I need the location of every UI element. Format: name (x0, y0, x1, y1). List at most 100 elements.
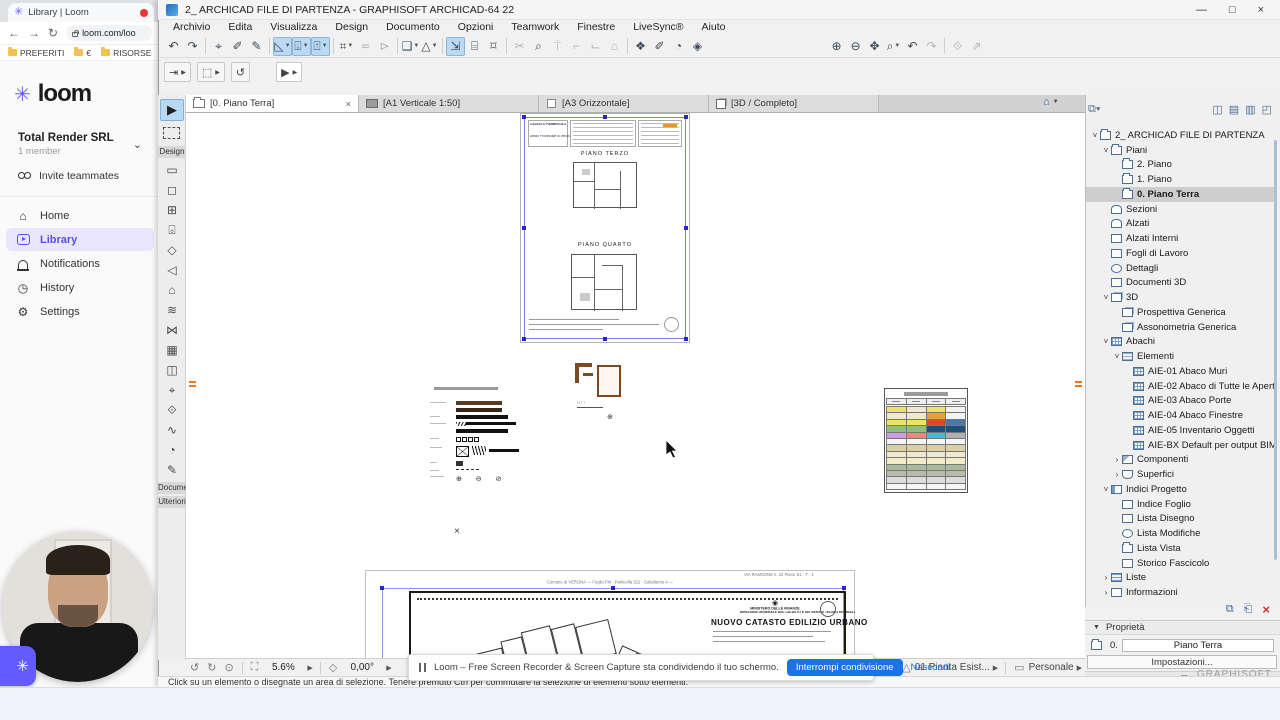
tree-item[interactable]: Sezioni (1086, 202, 1274, 217)
toolbar-icon[interactable]: ⌐ (567, 37, 586, 56)
selection-handle[interactable] (684, 337, 688, 341)
address-bar[interactable]: loom.com/loo (66, 25, 152, 41)
design-tool-icon[interactable]: ◔ (168, 440, 175, 460)
layout-sheet-catasto[interactable]: CATASTO FABBRICATI Ufficio Provinciale di… (520, 113, 690, 343)
drawing-canvas[interactable]: CATASTO FABBRICATI Ufficio Provinciale di… (186, 113, 1085, 658)
browser-tab[interactable]: ✳ Library | Loom (8, 3, 154, 22)
tree-item[interactable]: Lista Disegno (1086, 512, 1274, 527)
design-tool-icon[interactable]: ◫ (166, 360, 177, 380)
legend-drawing[interactable]: ⊕ ⊖ ⊘ (430, 385, 522, 483)
menu-documento[interactable]: Documento (378, 20, 448, 35)
redo-view-icon[interactable]: ↻ (207, 661, 216, 674)
toolbar-icon[interactable]: ⌖ (209, 37, 228, 56)
tree-expander-icon[interactable]: ˅ (1090, 131, 1100, 140)
zoom-menu-arrow[interactable]: ▶ (307, 664, 312, 672)
tree-item[interactable]: ˅ Indici Progetto (1086, 482, 1274, 497)
menu-aiuto[interactable]: Aiuto (694, 20, 734, 35)
properties-header[interactable]: ▼ Proprietà (1085, 620, 1280, 635)
tree-item[interactable]: Documenti 3D (1086, 276, 1274, 291)
clone-folder-icon[interactable]: ⧉ (1226, 603, 1234, 616)
toolbar-icon[interactable]: ✂ (510, 37, 529, 56)
tree-item[interactable]: ˅ Abachi (1086, 335, 1274, 350)
angle-menu-arrow[interactable]: ▶ (386, 664, 391, 672)
tree-item[interactable]: 1. Piano (1086, 172, 1274, 187)
tree-item[interactable]: › Superfici (1086, 467, 1274, 482)
zoom-level[interactable]: 5.6% (262, 662, 304, 673)
stop-sharing-button[interactable]: Interrompi condivisione (786, 659, 903, 676)
toolbar-icon[interactable]: ⌸ (465, 37, 484, 56)
tree-item[interactable]: Lista Modifiche (1086, 526, 1274, 541)
zoom-option-icon[interactable]: ⊙ (224, 661, 233, 674)
tree-expander-icon[interactable]: ˅ (1112, 352, 1122, 361)
marquee-tool-button[interactable] (163, 127, 180, 139)
toolbar-icon[interactable]: ✎ (247, 37, 266, 56)
tree-item[interactable]: Storico Fascicolo (1086, 556, 1274, 571)
tree-item[interactable]: Dettagli (1086, 261, 1274, 276)
story-name-field[interactable]: Piano Terra (1121, 638, 1274, 652)
tree-item[interactable]: Indice Foglio (1086, 497, 1274, 512)
design-tool-icon[interactable]: ◇ (167, 240, 176, 260)
tree-item[interactable]: Fogli di Lavoro (1086, 246, 1274, 261)
tree-item[interactable]: AIE-03 Abaco Porte (1086, 394, 1274, 409)
tree-item[interactable]: AIE-04 Abaco Finestre (1086, 408, 1274, 423)
bookmark-item[interactable]: RISORSE (101, 47, 151, 58)
tree-item[interactable]: AIE-05 Inventario Oggetti (1086, 423, 1274, 438)
toolbar-icon[interactable]: ✥ (865, 37, 884, 56)
tree-expander-icon[interactable]: › (1101, 573, 1111, 582)
toolbar-icon[interactable]: ◈ (688, 37, 707, 56)
invite-teammates-button[interactable]: Invite teammates (8, 166, 152, 186)
hide-banner-link[interactable]: Nascondi (911, 662, 951, 673)
toolbar-icon[interactable]: ⇲ (446, 36, 465, 56)
project-map-icon[interactable]: ⧉▾ (1088, 103, 1100, 116)
trace-marker-right[interactable] (1075, 381, 1082, 383)
menu-opzioni[interactable]: Opzioni (450, 20, 502, 35)
menu-livesync[interactable]: LiveSync® (625, 20, 691, 35)
design-tool-icon[interactable]: ⊞ (167, 200, 177, 220)
toolbar-icon[interactable]: ↶ (164, 37, 183, 56)
toolbar-icon[interactable]: ⊖ (846, 37, 865, 56)
select-arrow-button[interactable]: ▶ ▶ (276, 62, 303, 82)
design-tool-icon[interactable]: ◁ (167, 260, 176, 280)
tree-item[interactable]: › Liste (1086, 571, 1274, 586)
toolbar-icon[interactable]: ↶ (903, 37, 922, 56)
toolbar-icon[interactable]: ≂ (356, 37, 375, 56)
tree-item[interactable]: ˅ Piani (1086, 143, 1274, 158)
toolbar-icon[interactable]: ⌕ ▼ (884, 37, 903, 56)
tree-item[interactable]: ˅ Elementi (1086, 349, 1274, 364)
toolbar-icon[interactable]: ⇗ (967, 37, 986, 56)
toolbar-icon[interactable]: ⊳ (375, 37, 394, 56)
view-map-icon[interactable]: ▤ (1229, 103, 1239, 116)
floorplan-fragment[interactable]: ıııı ⊕ (575, 363, 625, 425)
design-tool-icon[interactable]: ⋈ (166, 320, 178, 340)
toolbar-icon[interactable]: △ ▼ (420, 37, 439, 56)
menu-design[interactable]: Design (327, 20, 376, 35)
profile-selector[interactable]: Personale (1029, 662, 1074, 673)
design-tool-icon[interactable]: ◻ (167, 180, 177, 200)
settings-button[interactable]: Impostazioni... (1087, 655, 1277, 669)
toolbar-icon[interactable]: ⌙ (586, 37, 605, 56)
menu-visualizza[interactable]: Visualizza (262, 20, 325, 35)
minimize-button[interactable]: — (1196, 0, 1207, 20)
toolbar-icon[interactable]: ⟐ (948, 37, 967, 56)
tree-item[interactable]: › Informazioni (1086, 585, 1274, 600)
rotate-tool-button[interactable]: ↺ (230, 62, 251, 82)
tree-item[interactable]: 2. Piano (1086, 158, 1274, 173)
tab-close-icon[interactable]: × (346, 99, 351, 109)
tree-expander-icon[interactable]: ˅ (1101, 146, 1111, 155)
arrow-tool-button[interactable]: ▶ (160, 99, 184, 121)
selection-handle[interactable] (684, 115, 688, 119)
fit-view-icon[interactable]: ⛶ (251, 661, 259, 674)
close-button[interactable]: × (1258, 0, 1264, 20)
tree-item[interactable]: Prospettiva Generica (1086, 305, 1274, 320)
tree-expander-icon[interactable]: › (1101, 588, 1111, 597)
tree-item[interactable]: Alzati Interni (1086, 231, 1274, 246)
menu-edita[interactable]: Edita (220, 20, 260, 35)
marquee-options-button[interactable]: ⬚ ▶ (196, 62, 225, 82)
tree-item[interactable]: ˅ 3D (1086, 290, 1274, 305)
tree-item[interactable]: AIE-01 Abaco Muri (1086, 364, 1274, 379)
toolbar-icon[interactable]: ✐ (228, 37, 247, 56)
menu-finestre[interactable]: Finestre (569, 20, 623, 35)
tree-expander-icon[interactable]: ˅ (1101, 485, 1111, 494)
tree-item[interactable]: › Componenti (1086, 453, 1274, 468)
toolbar-icon[interactable]: ⍐ ▼ (311, 36, 330, 56)
